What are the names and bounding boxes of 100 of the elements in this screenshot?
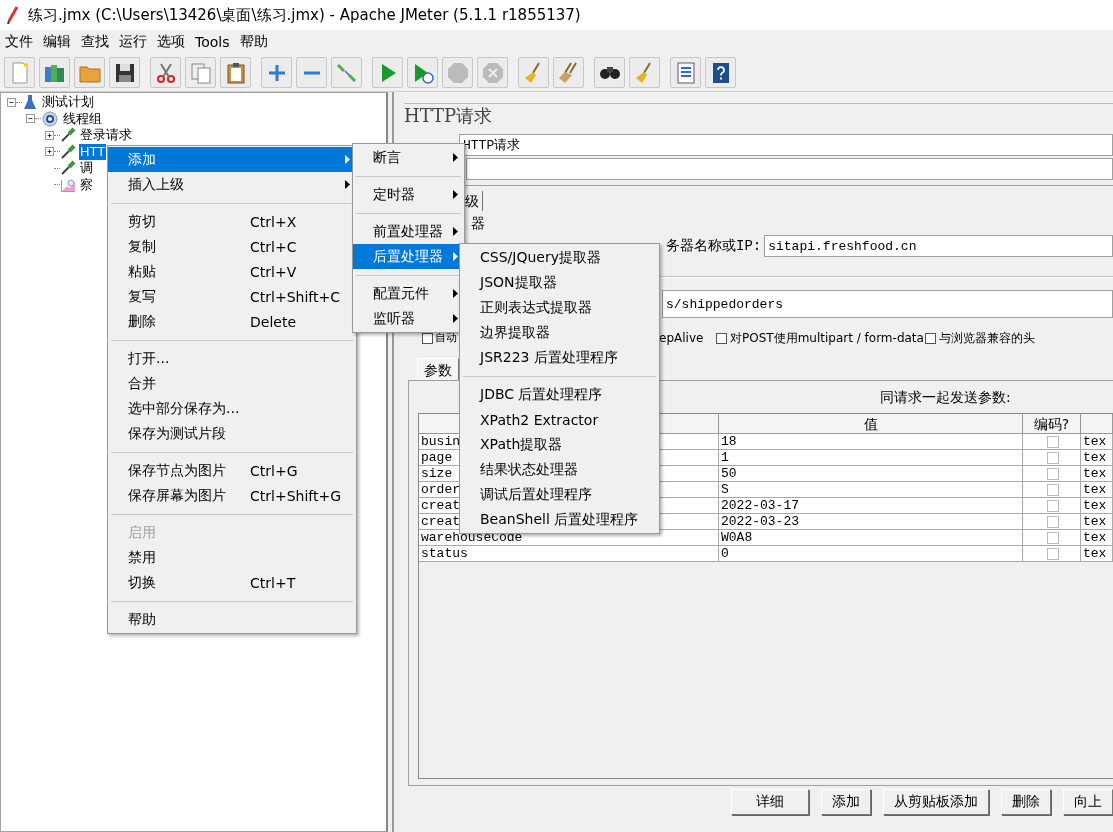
menu-item[interactable]: XPath2 Extractor [460,407,659,432]
binoculars-icon [597,65,622,80]
pencil-icon [6,6,20,24]
path-field[interactable]: s/shippedorders [662,290,1113,318]
menu-item[interactable]: 复写 Ctrl+Shift+C [108,284,356,309]
table-cell: W0A8 [719,530,1023,546]
table-cell: tex [1081,434,1113,450]
table-cell: tex [1081,450,1113,466]
menu-item[interactable]: 保存为测试片段 [108,421,356,446]
checkbox[interactable] [1046,515,1059,528]
collapse-icon[interactable] [7,97,16,107]
table-cell: status [419,546,719,562]
toolbar-button[interactable] [220,57,251,88]
tree-item[interactable]: 线程组 [62,110,103,127]
stop-sign-icon [445,60,470,85]
menu-item[interactable]: 切换 Ctrl+T [108,570,356,595]
checkbox-label: 自动 [435,331,457,345]
menu-item[interactable]: JSR223 后置处理程序 [460,345,659,370]
pipette-icon [60,160,76,177]
menu-item[interactable]: JDBC 后置处理程序 [460,382,659,407]
tree-item[interactable]: HTT [79,143,107,160]
action-button[interactable]: 添加 [821,789,871,815]
flask-icon [22,94,38,111]
table-cell: 18 [719,434,1023,450]
checkbox[interactable] [1046,467,1059,480]
menu-bar-item[interactable]: 编辑 [38,33,76,51]
menu-item[interactable]: 删除 Delete [108,309,356,334]
column-header[interactable]: 值 [719,414,1023,434]
checkbox[interactable] [1046,499,1059,512]
menu-item[interactable]: 粘贴 Ctrl+V [108,259,356,284]
tree-item[interactable]: 登录请求 [79,127,133,144]
tab[interactable]: 参数 [417,358,459,380]
tree-item[interactable]: 调 [79,160,94,177]
checkbox[interactable] [1046,435,1059,448]
table-cell: 2022-03-17 [719,498,1023,514]
tree-item[interactable]: 察 [79,176,94,193]
table-cell: 0 [719,546,1023,562]
table-cell: 1 [719,450,1023,466]
menu-item[interactable]: 帮助 [108,607,356,632]
checkbox[interactable] [1046,451,1059,464]
menu-item[interactable]: 剪切 Ctrl+X [108,209,356,234]
checkbox[interactable] [1046,531,1059,544]
menu-item[interactable]: 边界提取器 [460,320,659,345]
menu-bar-item[interactable]: 帮助 [234,33,273,51]
panel-title: HTTP请求 [404,103,1113,128]
server-field[interactable]: sitapi.freshfood.cn [764,235,1113,257]
column-header[interactable] [1081,414,1113,434]
checkbox[interactable] [716,332,727,344]
window-title: 练习.jmx (C:\Users\13426\桌面\练习.jmx) - Apache JMeter (5.1.1 r1855137) [28,5,581,25]
chart-icon [60,176,76,193]
copy-icon [188,60,213,85]
menu-item[interactable]: 禁用 [108,545,356,570]
menu-item[interactable]: 打开... [108,346,356,371]
expand-icon[interactable] [45,147,54,157]
menu-bar-item[interactable]: Tools [190,34,235,50]
action-button[interactable]: 详细 [731,789,809,815]
table-cell: S [719,482,1023,498]
octagon-x-icon [480,60,505,85]
table-cell: 2022-03-23 [719,514,1023,530]
action-button[interactable]: 从剪贴板添加 [883,789,989,815]
menu-bar-item[interactable]: 运行 [114,33,152,51]
expand-icon[interactable] [45,130,54,140]
toolbar-button[interactable] [109,57,140,88]
tree-item[interactable]: 测试计划 [41,94,95,111]
table-cell: tex [1081,466,1113,482]
table-cell: tex [1081,546,1113,562]
menu-bar-item[interactable]: 选项 [152,33,190,51]
menu-item[interactable]: 前置处理器 [353,219,464,244]
pipette-icon [60,127,76,144]
menu-item[interactable]: 定时器 [353,182,464,207]
checkbox[interactable] [1046,547,1059,560]
menu-item[interactable]: 正则表达式提取器 [460,295,659,320]
checkbox[interactable] [925,332,936,344]
field-label: 务器名称或IP: [666,237,762,255]
action-button[interactable]: 向上 [1063,789,1113,815]
table-cell: tex [1081,530,1113,546]
checkbox-label: 对POST使用multipart / form-data [730,329,924,347]
checkbox[interactable] [422,332,433,344]
menu-item[interactable]: 保存屏幕为图片 Ctrl+Shift+G [108,483,356,508]
menu-item[interactable]: 选中部分保存为... [108,396,356,421]
column-header[interactable]: 编码? [1023,414,1081,434]
action-button[interactable]: 删除 [1001,789,1051,815]
toolbar-button[interactable] [594,57,625,88]
menu-item[interactable]: 保存节点为图片 Ctrl+G [108,458,356,483]
checkbox-label: 与浏览器兼容的头 [939,329,1035,347]
table-cell: tex [1081,514,1113,530]
toolbar-button[interactable] [705,57,736,88]
checkbox[interactable] [1046,483,1059,496]
table-cell: 50 [719,466,1023,482]
pipette-icon [60,143,76,160]
collapse-icon[interactable] [26,114,35,124]
menu-bar-item[interactable]: 查找 [76,33,114,51]
menu-item[interactable]: 插入上级 [108,172,356,197]
comments-field[interactable] [466,158,1113,180]
menu-item[interactable]: 合并 [108,371,356,396]
gear-icon [41,110,59,127]
menu-item[interactable]: JSON提取器 [460,270,659,295]
menu-bar-item[interactable]: 文件 [0,33,38,51]
section-title: 器 [471,214,486,232]
menu-item[interactable]: 复制 Ctrl+C [108,234,356,259]
